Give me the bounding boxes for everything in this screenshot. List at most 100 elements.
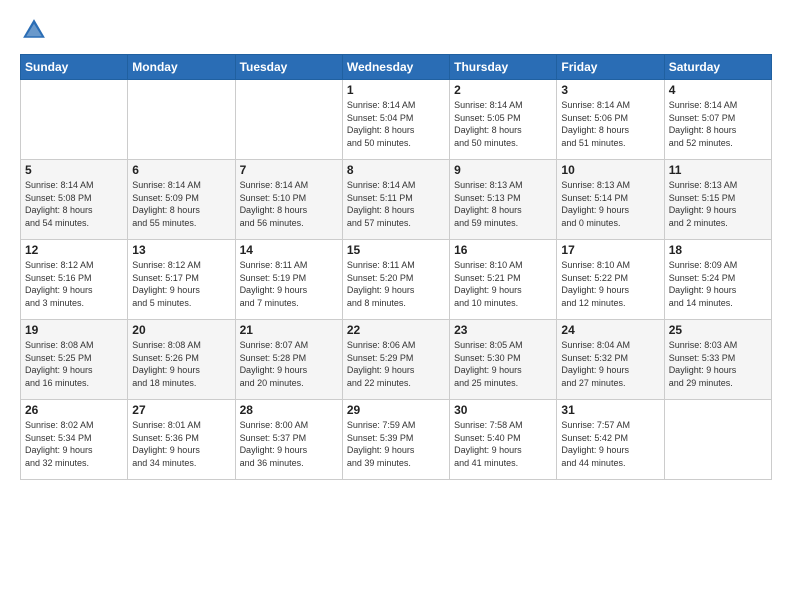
day-number: 3 [561, 83, 659, 97]
day-info: Sunrise: 8:12 AM Sunset: 5:17 PM Dayligh… [132, 259, 230, 309]
header [20, 16, 772, 44]
day-number: 9 [454, 163, 552, 177]
logo [20, 16, 52, 44]
day-info: Sunrise: 8:10 AM Sunset: 5:22 PM Dayligh… [561, 259, 659, 309]
calendar-cell: 3 Sunrise: 8:14 AM Sunset: 5:06 PM Daylig… [557, 80, 664, 160]
calendar-cell: 16 Sunrise: 8:10 AM Sunset: 5:21 PM Dayli… [450, 240, 557, 320]
calendar-cell: 18 Sunrise: 8:09 AM Sunset: 5:24 PM Dayli… [664, 240, 771, 320]
day-info: Sunrise: 8:02 AM Sunset: 5:34 PM Dayligh… [25, 419, 123, 469]
calendar-header-row: SundayMondayTuesdayWednesdayThursdayFrid… [21, 55, 772, 80]
calendar-week-0: 1 Sunrise: 8:14 AM Sunset: 5:04 PM Daylig… [21, 80, 772, 160]
calendar-cell: 17 Sunrise: 8:10 AM Sunset: 5:22 PM Dayli… [557, 240, 664, 320]
day-info: Sunrise: 8:14 AM Sunset: 5:04 PM Dayligh… [347, 99, 445, 149]
day-info: Sunrise: 7:59 AM Sunset: 5:39 PM Dayligh… [347, 419, 445, 469]
calendar-cell [664, 400, 771, 480]
day-number: 8 [347, 163, 445, 177]
day-number: 30 [454, 403, 552, 417]
day-info: Sunrise: 8:11 AM Sunset: 5:19 PM Dayligh… [240, 259, 338, 309]
day-number: 12 [25, 243, 123, 257]
day-number: 28 [240, 403, 338, 417]
day-number: 17 [561, 243, 659, 257]
calendar-cell: 27Sunrise: 8:01 AM Sunset: 5:36 PM Dayli… [128, 400, 235, 480]
day-info: Sunrise: 8:04 AM Sunset: 5:32 PM Dayligh… [561, 339, 659, 389]
calendar-cell: 26 Sunrise: 8:02 AM Sunset: 5:34 PM Dayli… [21, 400, 128, 480]
calendar-cell: 22Sunrise: 8:06 AM Sunset: 5:29 PM Dayli… [342, 320, 449, 400]
day-info: Sunrise: 8:12 AM Sunset: 5:16 PM Dayligh… [25, 259, 123, 309]
day-number: 4 [669, 83, 767, 97]
calendar-cell: 6 Sunrise: 8:14 AM Sunset: 5:09 PM Daylig… [128, 160, 235, 240]
calendar-header-wednesday: Wednesday [342, 55, 449, 80]
day-info: Sunrise: 8:14 AM Sunset: 5:10 PM Dayligh… [240, 179, 338, 229]
day-info: Sunrise: 8:08 AM Sunset: 5:25 PM Dayligh… [25, 339, 123, 389]
day-number: 21 [240, 323, 338, 337]
day-info: Sunrise: 8:11 AM Sunset: 5:20 PM Dayligh… [347, 259, 445, 309]
day-number: 19 [25, 323, 123, 337]
day-number: 27 [132, 403, 230, 417]
day-info: Sunrise: 7:57 AM Sunset: 5:42 PM Dayligh… [561, 419, 659, 469]
day-number: 6 [132, 163, 230, 177]
calendar-header-thursday: Thursday [450, 55, 557, 80]
day-info: Sunrise: 8:07 AM Sunset: 5:28 PM Dayligh… [240, 339, 338, 389]
day-info: Sunrise: 8:08 AM Sunset: 5:26 PM Dayligh… [132, 339, 230, 389]
calendar-cell: 4 Sunrise: 8:14 AM Sunset: 5:07 PM Daylig… [664, 80, 771, 160]
day-number: 24 [561, 323, 659, 337]
day-info: Sunrise: 8:00 AM Sunset: 5:37 PM Dayligh… [240, 419, 338, 469]
day-number: 22 [347, 323, 445, 337]
calendar-cell: 15Sunrise: 8:11 AM Sunset: 5:20 PM Dayli… [342, 240, 449, 320]
calendar-cell: 14Sunrise: 8:11 AM Sunset: 5:19 PM Dayli… [235, 240, 342, 320]
day-number: 26 [25, 403, 123, 417]
day-info: Sunrise: 8:10 AM Sunset: 5:21 PM Dayligh… [454, 259, 552, 309]
calendar-cell: 5Sunrise: 8:14 AM Sunset: 5:08 PM Daylig… [21, 160, 128, 240]
calendar-cell: 1 Sunrise: 8:14 AM Sunset: 5:04 PM Daylig… [342, 80, 449, 160]
calendar-cell: 13Sunrise: 8:12 AM Sunset: 5:17 PM Dayli… [128, 240, 235, 320]
calendar-header-friday: Friday [557, 55, 664, 80]
calendar-cell: 25Sunrise: 8:03 AM Sunset: 5:33 PM Dayli… [664, 320, 771, 400]
day-number: 20 [132, 323, 230, 337]
calendar-table: SundayMondayTuesdayWednesdayThursdayFrid… [20, 54, 772, 480]
calendar-cell: 19 Sunrise: 8:08 AM Sunset: 5:25 PM Dayli… [21, 320, 128, 400]
calendar-cell: 2 Sunrise: 8:14 AM Sunset: 5:05 PM Daylig… [450, 80, 557, 160]
calendar-cell [235, 80, 342, 160]
day-number: 5 [25, 163, 123, 177]
calendar-cell: 31 Sunrise: 7:57 AM Sunset: 5:42 PM Dayli… [557, 400, 664, 480]
calendar-header-saturday: Saturday [664, 55, 771, 80]
day-info: Sunrise: 8:14 AM Sunset: 5:05 PM Dayligh… [454, 99, 552, 149]
calendar-cell: 24 Sunrise: 8:04 AM Sunset: 5:32 PM Dayli… [557, 320, 664, 400]
day-number: 18 [669, 243, 767, 257]
calendar-header-tuesday: Tuesday [235, 55, 342, 80]
calendar-cell: 20 Sunrise: 8:08 AM Sunset: 5:26 PM Dayli… [128, 320, 235, 400]
day-info: Sunrise: 8:14 AM Sunset: 5:09 PM Dayligh… [132, 179, 230, 229]
calendar-cell: 30 Sunrise: 7:58 AM Sunset: 5:40 PM Dayli… [450, 400, 557, 480]
day-number: 16 [454, 243, 552, 257]
calendar-header-monday: Monday [128, 55, 235, 80]
day-number: 7 [240, 163, 338, 177]
calendar-cell [21, 80, 128, 160]
calendar-cell [128, 80, 235, 160]
calendar-week-4: 26 Sunrise: 8:02 AM Sunset: 5:34 PM Dayli… [21, 400, 772, 480]
day-number: 2 [454, 83, 552, 97]
calendar-cell: 9Sunrise: 8:13 AM Sunset: 5:13 PM Daylig… [450, 160, 557, 240]
calendar-cell: 10 Sunrise: 8:13 AM Sunset: 5:14 PM Dayli… [557, 160, 664, 240]
calendar-week-2: 12 Sunrise: 8:12 AM Sunset: 5:16 PM Dayli… [21, 240, 772, 320]
day-number: 31 [561, 403, 659, 417]
day-info: Sunrise: 8:09 AM Sunset: 5:24 PM Dayligh… [669, 259, 767, 309]
day-number: 11 [669, 163, 767, 177]
day-number: 10 [561, 163, 659, 177]
day-number: 1 [347, 83, 445, 97]
calendar-week-3: 19 Sunrise: 8:08 AM Sunset: 5:25 PM Dayli… [21, 320, 772, 400]
day-info: Sunrise: 8:13 AM Sunset: 5:15 PM Dayligh… [669, 179, 767, 229]
calendar-header-sunday: Sunday [21, 55, 128, 80]
logo-icon [20, 16, 48, 44]
day-info: Sunrise: 7:58 AM Sunset: 5:40 PM Dayligh… [454, 419, 552, 469]
calendar-cell: 8 Sunrise: 8:14 AM Sunset: 5:11 PM Daylig… [342, 160, 449, 240]
calendar-cell: 11 Sunrise: 8:13 AM Sunset: 5:15 PM Dayli… [664, 160, 771, 240]
day-info: Sunrise: 8:13 AM Sunset: 5:14 PM Dayligh… [561, 179, 659, 229]
day-info: Sunrise: 8:03 AM Sunset: 5:33 PM Dayligh… [669, 339, 767, 389]
day-info: Sunrise: 8:05 AM Sunset: 5:30 PM Dayligh… [454, 339, 552, 389]
day-info: Sunrise: 8:14 AM Sunset: 5:06 PM Dayligh… [561, 99, 659, 149]
day-info: Sunrise: 8:14 AM Sunset: 5:07 PM Dayligh… [669, 99, 767, 149]
calendar-cell: 28 Sunrise: 8:00 AM Sunset: 5:37 PM Dayli… [235, 400, 342, 480]
day-number: 23 [454, 323, 552, 337]
day-number: 29 [347, 403, 445, 417]
day-info: Sunrise: 8:14 AM Sunset: 5:11 PM Dayligh… [347, 179, 445, 229]
